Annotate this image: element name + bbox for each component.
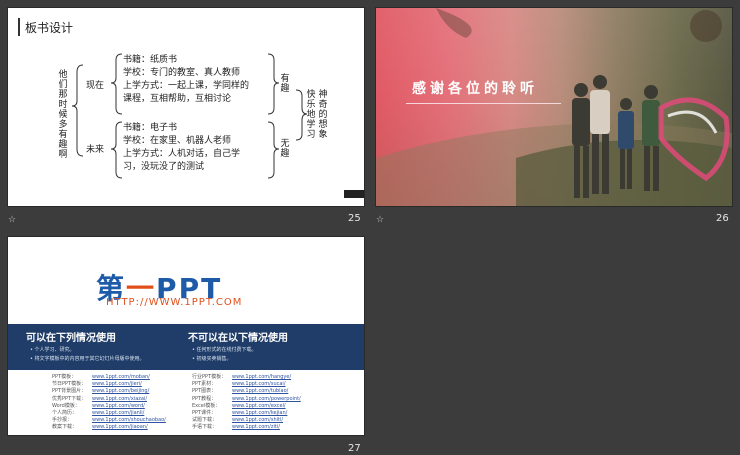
link-row[interactable]: 优秀PPT下载： www.1ppt.com/xiazai/ bbox=[52, 396, 166, 403]
right-link-list: 行业PPT模板： www.1ppt.com/hangye/ PPT素材： www.1… bbox=[192, 374, 301, 432]
link-row[interactable]: Word模板： www.1ppt.com/word/ bbox=[52, 403, 166, 410]
can-use-note: • 将文字模板中的内容用于其它幻灯片母版中使用。 bbox=[30, 356, 145, 362]
right-fun-label: 有趣 bbox=[280, 74, 290, 94]
can-use-title: 可以在下列情况使用 bbox=[26, 333, 116, 344]
cannot-use-note: • 任何形式的在线付费下载。 bbox=[192, 347, 257, 353]
logo-url: HTTP://WWW.1PPT.COM bbox=[106, 297, 243, 308]
future-details: 书籍：电子书 学校：在家里、机器人老师 上学方式：人机对话，自己学 习，没玩没了… bbox=[123, 123, 241, 172]
right-boring-label: 无趣 bbox=[280, 139, 290, 159]
link-row[interactable]: PPT背景图片： www.1ppt.com/beijing/ bbox=[52, 388, 166, 395]
slide-number-26: 26 bbox=[716, 213, 729, 224]
link-row[interactable]: PPT教程： www.1ppt.com/powerpoint/ bbox=[192, 396, 301, 403]
star-icon: ☆ bbox=[376, 215, 385, 225]
landscape-photo bbox=[376, 8, 732, 206]
can-use-note: • 个人学习、研究。 bbox=[30, 347, 75, 353]
link-row[interactable]: 手语下载： www.1ppt.com/ziti/ bbox=[192, 424, 301, 431]
slide-thumbnail-27[interactable]: 第一PPT HTTP://WWW.1PPT.COM 可以在下列情况使用 不可以在… bbox=[8, 237, 364, 435]
branch-now-label: 现在 bbox=[86, 81, 105, 91]
right-happy-learning-label: 快乐地学习 bbox=[306, 90, 316, 140]
link-row[interactable]: 教案下载： www.1ppt.com/jiaoan/ bbox=[52, 424, 166, 431]
branch-future-label: 未来 bbox=[86, 145, 105, 155]
star-icon: ☆ bbox=[8, 215, 17, 225]
link-row[interactable]: Excel模板： www.1ppt.com/excel/ bbox=[192, 403, 301, 410]
usage-band: 可以在下列情况使用 不可以在以下情况使用 • 个人学习、研究。 • 将文字模板中… bbox=[8, 324, 364, 370]
left-link-list: PPT模板： www.1ppt.com/moban/ 节日PPT模板： www.1p… bbox=[52, 374, 166, 432]
cannot-use-note: • 初级买卖销售。 bbox=[192, 356, 232, 362]
right-imagination-label: 神奇的想象 bbox=[318, 90, 328, 140]
slide-number-27: 27 bbox=[348, 443, 361, 454]
slide-thumbnail-25[interactable]: 板书设计 他们那时候多有趣啊 现在 未来 书籍：纸质书 学校：专门的教室、真人教… bbox=[8, 8, 364, 206]
present-details: 书籍：纸质书 学校：专门的教室、真人教师 上学方式：一起上课，学同样的 课程，互… bbox=[123, 55, 250, 104]
corner-tab bbox=[344, 190, 364, 198]
slide-thumbnail-26[interactable]: 感谢各位的聆听 bbox=[376, 8, 732, 206]
slide-number-25: 25 bbox=[348, 213, 361, 224]
banner-underline bbox=[406, 103, 561, 104]
cannot-use-title: 不可以在以下情况使用 bbox=[188, 333, 288, 344]
left-vertical-label: 他们那时候多有趣啊 bbox=[58, 70, 68, 160]
link-row[interactable]: PPT图表： www.1ppt.com/tubiao/ bbox=[192, 388, 301, 395]
thanks-banner-text: 感谢各位的聆听 bbox=[412, 81, 538, 97]
